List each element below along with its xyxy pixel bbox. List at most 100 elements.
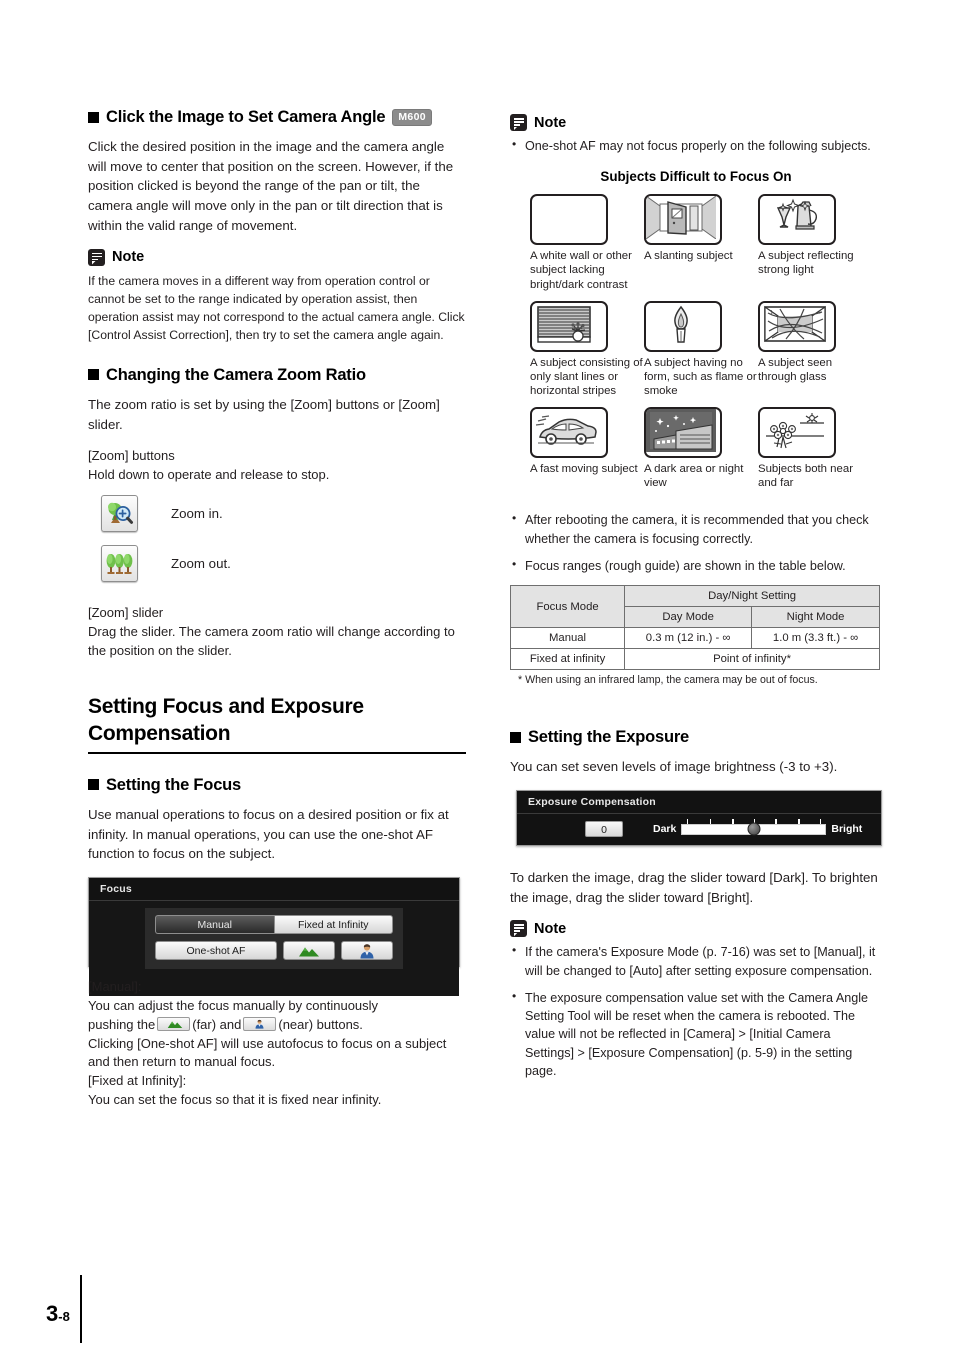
grid-caption: A dark area or night view bbox=[644, 463, 744, 490]
grid-cell: 1 4 A subject seen through glass bbox=[758, 300, 872, 398]
bullet-square-icon bbox=[88, 779, 99, 791]
through-glass-icon: 1 4 bbox=[758, 300, 836, 352]
flame-icon bbox=[644, 300, 722, 352]
heading-text: Setting the Focus bbox=[106, 775, 242, 794]
zoom-in-row: Zoom in. bbox=[101, 494, 466, 532]
page-footer: 3-8 bbox=[46, 1275, 83, 1343]
cell-day-mode-header: Day Mode bbox=[624, 606, 753, 629]
grid-cell: Subjects both near and far bbox=[758, 407, 872, 490]
right-column: Note One-shot AF may not focus properly … bbox=[509, 112, 882, 1090]
paragraph-camera-angle: Click the desired position in the image … bbox=[88, 139, 454, 233]
mountain-icon bbox=[299, 947, 319, 957]
focus-near-button[interactable] bbox=[341, 941, 393, 961]
tab-fixed-at-infinity[interactable]: Fixed at Infinity bbox=[273, 915, 393, 935]
one-shot-af-button[interactable]: One-shot AF bbox=[155, 941, 277, 961]
exposure-bright-label: Bright bbox=[831, 823, 863, 836]
paragraph-setting-focus: Use manual operations to focus on a desi… bbox=[88, 807, 449, 862]
focus-panel: Focus Manual Fixed at Infinity One-shot … bbox=[88, 877, 460, 997]
grid-caption: A subject consisting of only slant lines… bbox=[530, 356, 643, 397]
grid-caption: Subjects both near and far bbox=[758, 463, 853, 490]
list-item: If the camera's Exposure Mode (p. 7-16) … bbox=[510, 942, 882, 980]
text-manual-line1: You can adjust the focus manually by con… bbox=[88, 997, 379, 1013]
grid-cell: A fast moving subject bbox=[530, 407, 644, 490]
label-zoom-buttons: [Zoom] buttons bbox=[88, 448, 175, 464]
focus-mode-tabs: Manual Fixed at Infinity bbox=[155, 915, 393, 935]
svg-text:4: 4 bbox=[818, 310, 821, 316]
focus-panel-title: Focus bbox=[89, 878, 459, 902]
cell-manual-day: 0.3 m (12 in.) - ∞ bbox=[624, 627, 753, 650]
grid-caption: A subject seen through glass bbox=[758, 356, 833, 383]
mountain-icon bbox=[167, 1021, 183, 1028]
table-footnote: * When using an infrared lamp, the camer… bbox=[518, 674, 818, 687]
note-header-2: Note bbox=[510, 114, 882, 131]
focus-controls: Manual Fixed at Infinity One-shot AF bbox=[145, 908, 403, 970]
page-title-setting-focus-exposure: Setting Focus and Exposure Compensation bbox=[88, 695, 364, 745]
note-title: Note bbox=[112, 249, 145, 265]
manual-line2-part-a: pushing the bbox=[88, 1016, 156, 1032]
grid-caption: A fast moving subject bbox=[530, 463, 638, 476]
footer-rule bbox=[79, 1275, 83, 1343]
grid-cell: A dark area or night view bbox=[644, 407, 758, 490]
note-icon bbox=[88, 248, 105, 266]
exposure-compensation-panel: Exposure Compensation 0 Dark Bright bbox=[516, 789, 882, 846]
zoom-in-icon[interactable] bbox=[101, 494, 138, 532]
text-zoom-buttons-desc: Hold down to operate and release to stop… bbox=[88, 467, 330, 483]
title-rule bbox=[88, 751, 466, 754]
note-bullets-3: If the camera's Exposure Mode (p. 7-16) … bbox=[510, 942, 882, 1080]
left-column: Click the Image to Set Camera Angle M600… bbox=[88, 108, 466, 1110]
manual-line2-part-c: (near) buttons. bbox=[278, 1016, 363, 1032]
fast-car-icon bbox=[530, 407, 608, 459]
bullet-square-icon bbox=[88, 369, 99, 381]
heading-text: Changing the Camera Zoom Ratio bbox=[106, 365, 366, 384]
cell-mode-fixed: Fixed at infinity bbox=[509, 648, 626, 671]
svg-text:1: 1 bbox=[770, 310, 773, 316]
tab-manual[interactable]: Manual bbox=[155, 915, 274, 935]
note-icon bbox=[510, 114, 527, 131]
reflective-glassware-icon bbox=[758, 194, 836, 246]
note-header-3: Note bbox=[510, 920, 882, 938]
list-item: After rebooting the camera, it is recomm… bbox=[510, 510, 882, 548]
focus-far-button[interactable] bbox=[283, 941, 335, 961]
page-number-minor: -8 bbox=[58, 1309, 70, 1324]
table-row: Manual 0.3 m (12 in.) - ∞ 1.0 m (3.3 ft.… bbox=[509, 627, 880, 650]
night-view-icon bbox=[644, 407, 722, 459]
note-header-1: Note bbox=[88, 248, 466, 266]
exposure-slider[interactable] bbox=[681, 818, 827, 836]
exposure-value-field[interactable]: 0 bbox=[585, 821, 623, 838]
note-title: Note bbox=[534, 920, 567, 937]
striped-blinds-icon bbox=[530, 300, 608, 352]
heading-text: Setting the Exposure bbox=[528, 728, 690, 747]
exposure-panel-title: Exposure Compensation bbox=[517, 791, 881, 814]
cell-fixed-range: Point of infinity* bbox=[624, 648, 880, 671]
inline-near-button-icon bbox=[243, 1016, 277, 1031]
person-icon bbox=[360, 943, 374, 959]
text-manual-line2: pushing the (far) and (near) buttons. bbox=[88, 1016, 466, 1035]
text-fixed-desc: You can set the focus so that it is fixe… bbox=[88, 1092, 382, 1108]
blank-white-wall-icon bbox=[530, 194, 608, 246]
zoom-out-icon[interactable] bbox=[101, 544, 138, 582]
subjects-difficult-grid: A white wall or other subject lacking br… bbox=[530, 194, 882, 499]
note-body-1: If the camera moves in a different way f… bbox=[88, 273, 465, 342]
page-number-major: 3 bbox=[46, 1301, 59, 1326]
note-title: Note bbox=[534, 114, 567, 131]
manual-page: Click the Image to Set Camera Angle M600… bbox=[0, 0, 954, 1351]
bullet-square-icon bbox=[88, 111, 99, 123]
focus-action-row: One-shot AF bbox=[155, 941, 393, 961]
cell-mode-manual: Manual bbox=[509, 627, 626, 650]
person-icon bbox=[255, 1019, 264, 1029]
grid-caption: A white wall or other subject lacking br… bbox=[530, 250, 632, 291]
label-fixed-at-infinity: [Fixed at Infinity]: bbox=[88, 1073, 187, 1089]
heading-changing-camera-zoom-ratio: Changing the Camera Zoom Ratio bbox=[88, 366, 466, 384]
grid-caption: A subject reflecting strong light bbox=[758, 250, 854, 277]
grid-cell: A subject having no form, such as flame … bbox=[644, 300, 758, 398]
zoom-in-caption: Zoom in. bbox=[171, 505, 223, 521]
paragraph-exposure-after: To darken the image, drag the slider tow… bbox=[510, 869, 878, 905]
exposure-slider-handle[interactable] bbox=[747, 822, 761, 836]
grid-cell: A subject reflecting strong light bbox=[758, 194, 872, 291]
model-badge-m600: M600 bbox=[392, 108, 432, 126]
table-row: Fixed at infinity Point of infinity* bbox=[509, 648, 880, 671]
grid-cell: A white wall or other subject lacking br… bbox=[530, 194, 644, 291]
near-and-far-icon bbox=[758, 407, 836, 459]
zoom-out-caption: Zoom out. bbox=[171, 555, 231, 571]
list-item: The exposure compensation value set with… bbox=[510, 988, 882, 1080]
